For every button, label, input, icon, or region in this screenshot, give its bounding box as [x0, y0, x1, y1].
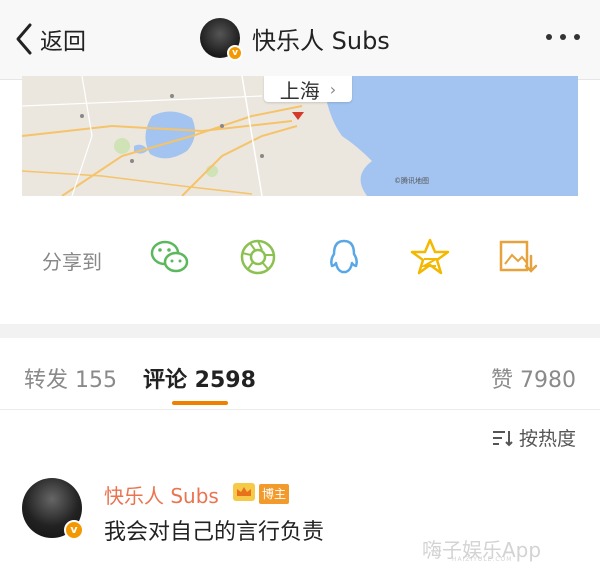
sort-icon: [492, 430, 513, 446]
interaction-tabs: 转发 155 评论 2598 赞 7980: [0, 338, 600, 410]
share-label: 分享到: [42, 250, 102, 274]
avatar[interactable]: v: [22, 478, 84, 540]
avatar[interactable]: v: [200, 18, 243, 61]
moments-icon[interactable]: [238, 238, 278, 276]
watermark-sub: HAIZIYULE.COM: [452, 556, 513, 563]
sort-label: 按热度: [518, 428, 576, 450]
dot-icon: [546, 34, 552, 40]
tab-repost[interactable]: 转发 155: [24, 362, 117, 394]
author-badge: 博主: [259, 484, 290, 504]
sort-by-hot-button[interactable]: 按热度: [491, 424, 576, 451]
tab-comment[interactable]: 评论 2598: [143, 362, 256, 394]
back-label: 返回: [40, 29, 86, 55]
chevron-right-icon: ›: [329, 79, 337, 99]
wechat-icon[interactable]: [150, 238, 190, 276]
comment-author[interactable]: 快乐人 Subs: [104, 480, 219, 509]
dot-icon: [560, 34, 566, 40]
chevron-left-icon: [16, 23, 32, 55]
location-map[interactable]: 上海 › ©腾讯地图: [22, 76, 578, 196]
top-nav-bar: 返回 v 快乐人 Subs: [0, 0, 600, 80]
verified-badge-icon: v: [227, 45, 243, 61]
map-location-label[interactable]: 上海 ›: [264, 76, 352, 103]
active-tab-indicator: [172, 401, 228, 405]
more-options-button[interactable]: [546, 34, 580, 40]
verified-badge-icon: v: [64, 520, 84, 540]
section-divider: [0, 324, 600, 338]
qzone-icon[interactable]: [410, 238, 450, 276]
qq-icon[interactable]: [324, 238, 364, 276]
nav-user[interactable]: v 快乐人 Subs: [200, 18, 390, 61]
save-image-icon[interactable]: [498, 238, 538, 276]
tab-like[interactable]: 赞 7980: [491, 362, 576, 394]
map-copyright: ©腾讯地图: [394, 177, 429, 185]
comment-text: 我会对自己的言行负责: [104, 520, 325, 545]
page-title: 快乐人 Subs: [252, 26, 390, 55]
location-name: 上海: [279, 78, 320, 103]
share-row: 分享到: [0, 196, 600, 324]
back-button[interactable]: 返回: [14, 22, 86, 56]
dot-icon: [574, 34, 580, 40]
crown-icon: [233, 483, 255, 501]
